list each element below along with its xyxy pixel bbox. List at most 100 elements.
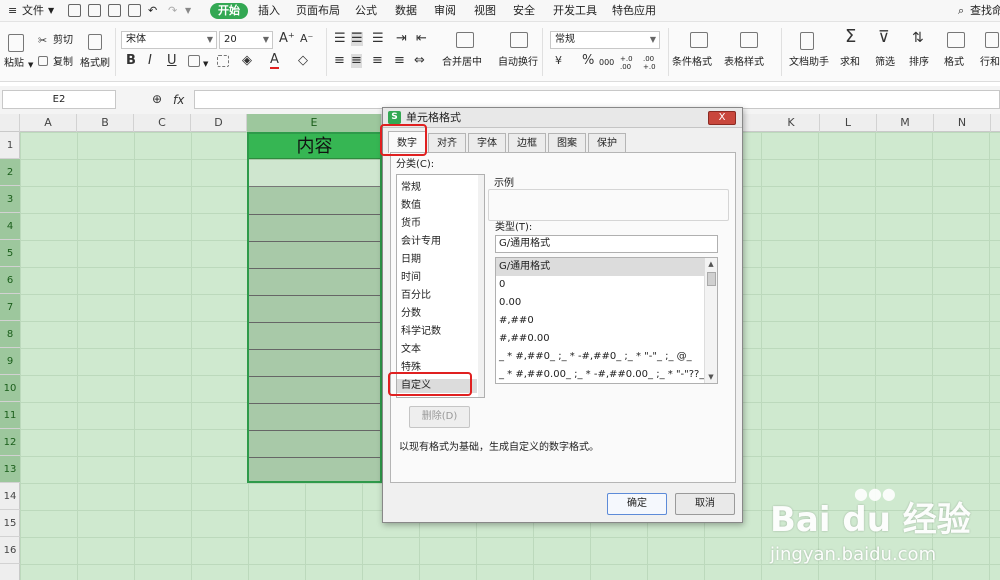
- format-painter-icon[interactable]: [88, 34, 102, 50]
- wrap-text-button[interactable]: 自动换行: [498, 57, 538, 69]
- list-item[interactable]: 0: [496, 276, 705, 294]
- tab-protection[interactable]: 保护: [588, 133, 626, 153]
- list-item-selected[interactable]: G/通用格式: [496, 258, 705, 276]
- conditional-format-icon[interactable]: [690, 32, 708, 48]
- column-header[interactable]: N: [934, 114, 991, 132]
- sum-button[interactable]: 求和: [840, 57, 860, 69]
- bold-button[interactable]: B: [126, 54, 136, 68]
- chevron-down-icon[interactable]: ▼: [48, 3, 54, 19]
- format-code-list[interactable]: G/通用格式 0 0.00 #,##0 #,##0.00 _ * #,##0_ …: [495, 257, 718, 384]
- dialog-title-bar[interactable]: S 单元格格式 X: [383, 108, 742, 128]
- list-item[interactable]: 文本: [401, 343, 421, 357]
- list-item[interactable]: _ * #,##0_ ;_ * -#,##0_ ;_ * "-"_ ;_ @_: [496, 348, 705, 366]
- column-header[interactable]: D: [191, 114, 247, 132]
- column-header[interactable]: L: [820, 114, 877, 132]
- list-item[interactable]: 日期: [401, 253, 421, 267]
- wrap-icon[interactable]: [510, 32, 528, 48]
- format-painter-button[interactable]: 格式刷: [80, 58, 110, 70]
- type-input[interactable]: G/通用格式: [495, 235, 718, 253]
- list-item[interactable]: 常规: [401, 181, 421, 195]
- selected-range[interactable]: 内容: [247, 132, 382, 483]
- tab-formulas[interactable]: 公式: [355, 3, 377, 19]
- row-header[interactable]: 8: [0, 321, 20, 348]
- row-header[interactable]: 15: [0, 510, 20, 537]
- list-item[interactable]: 货币: [401, 217, 421, 231]
- print-preview-icon[interactable]: [128, 4, 141, 17]
- scrollbar[interactable]: ▲ ▼: [704, 258, 717, 383]
- tab-pattern[interactable]: 图案: [548, 133, 586, 153]
- align-middle-icon[interactable]: ☰: [351, 32, 363, 46]
- increase-decimal-button[interactable]: +.0 .00: [620, 55, 640, 71]
- print-icon[interactable]: [108, 4, 121, 17]
- tab-alignment[interactable]: 对齐: [428, 133, 466, 153]
- format-button[interactable]: 格式: [944, 57, 964, 69]
- list-item[interactable]: 会计专用: [401, 235, 441, 249]
- cancel-button[interactable]: 取消: [675, 493, 735, 515]
- percent-button[interactable]: %: [582, 54, 594, 68]
- chevron-down-icon[interactable]: ▼: [203, 58, 208, 70]
- tab-data[interactable]: 数据: [395, 3, 417, 19]
- row-header[interactable]: 13: [0, 456, 20, 483]
- list-item[interactable]: 分数: [401, 307, 421, 321]
- doc-helper-button[interactable]: 文档助手: [789, 57, 829, 69]
- undo-icon[interactable]: ↶: [148, 3, 157, 19]
- indent-icon[interactable]: ⇥: [396, 32, 407, 46]
- doc-helper-icon[interactable]: [800, 32, 814, 50]
- tab-special-apps[interactable]: 特色应用: [612, 3, 656, 19]
- column-header-selected[interactable]: E: [247, 114, 382, 132]
- select-all-corner[interactable]: [0, 114, 20, 132]
- clear-icon[interactable]: ◇: [298, 54, 308, 68]
- scroll-down-icon[interactable]: ▼: [705, 371, 717, 383]
- scroll-up-icon[interactable]: ▲: [705, 258, 717, 270]
- column-header[interactable]: K: [763, 114, 820, 132]
- merge-center-button[interactable]: 合并居中: [442, 57, 482, 69]
- font-name-select[interactable]: 宋体 ▼: [121, 31, 217, 49]
- copy-button[interactable]: 复制: [53, 57, 73, 69]
- tab-insert[interactable]: 插入: [258, 3, 280, 19]
- fill-color-icon[interactable]: ◈: [242, 54, 252, 68]
- filter-button[interactable]: 筛选: [875, 57, 895, 69]
- align-center-icon[interactable]: ≡: [351, 54, 362, 68]
- list-item[interactable]: #,##0: [496, 312, 705, 330]
- row-header[interactable]: 14: [0, 483, 20, 510]
- tab-page-layout[interactable]: 页面布局: [296, 3, 340, 19]
- currency-icon[interactable]: ¥: [555, 54, 562, 68]
- decrease-font-icon[interactable]: A⁻: [300, 32, 313, 46]
- row-header[interactable]: 1: [0, 132, 20, 159]
- row-col-button[interactable]: 行和列: [980, 57, 1000, 69]
- format-icon[interactable]: [947, 32, 965, 48]
- header-cell[interactable]: 内容: [249, 134, 380, 159]
- row-header[interactable]: 9: [0, 348, 20, 375]
- redo-icon[interactable]: ↷: [168, 3, 177, 19]
- row-col-icon[interactable]: [985, 32, 999, 48]
- list-item[interactable]: 百分比: [401, 289, 431, 303]
- align-bottom-icon[interactable]: ☰: [372, 32, 384, 46]
- row-header[interactable]: 4: [0, 213, 20, 240]
- increase-font-icon[interactable]: A⁺: [279, 32, 295, 46]
- sort-icon[interactable]: ⇅: [912, 31, 924, 45]
- sum-icon[interactable]: Σ: [845, 28, 856, 46]
- chevron-down-icon[interactable]: ▼: [185, 3, 191, 19]
- tab-security[interactable]: 安全: [513, 3, 535, 19]
- scissors-icon[interactable]: ✂: [38, 34, 47, 48]
- hamburger-icon[interactable]: ≡: [8, 3, 17, 19]
- column-header[interactable]: M: [877, 114, 934, 132]
- row-header[interactable]: 12: [0, 429, 20, 456]
- close-button[interactable]: X: [708, 111, 736, 125]
- font-color-icon[interactable]: A: [270, 53, 279, 69]
- zoom-icon[interactable]: ⊕: [152, 92, 162, 106]
- column-header[interactable]: B: [77, 114, 134, 132]
- category-list[interactable]: 常规 数值 货币 会计专用 日期 时间 百分比 分数 科学记数 文本 特殊 自定…: [396, 174, 485, 398]
- search-command[interactable]: 查找命: [970, 3, 1000, 19]
- copy-icon[interactable]: [38, 56, 48, 66]
- row-header[interactable]: 7: [0, 294, 20, 321]
- cell-style-icon[interactable]: [217, 55, 229, 67]
- filter-icon[interactable]: ⊽: [878, 29, 890, 45]
- list-item[interactable]: #,##0.00: [496, 330, 705, 348]
- list-item[interactable]: 0.00: [496, 294, 705, 312]
- paste-icon[interactable]: [8, 34, 24, 52]
- tab-view[interactable]: 视图: [474, 3, 496, 19]
- outdent-icon[interactable]: ⇤: [416, 32, 427, 46]
- distributed-icon[interactable]: ⇔: [414, 54, 425, 68]
- row-header[interactable]: 3: [0, 186, 20, 213]
